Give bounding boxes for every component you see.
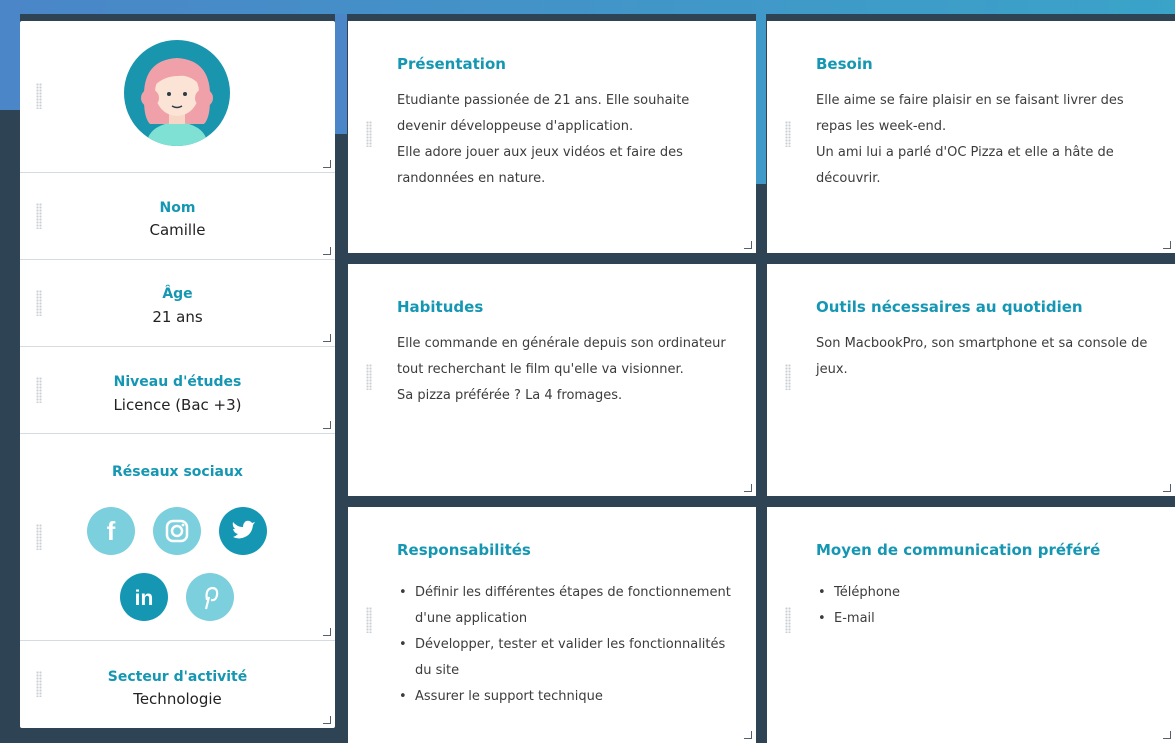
list-item: Téléphone (818, 580, 1156, 606)
persona-profile-column: Nom Camille Âge 21 ans Niveau d'études L… (20, 21, 335, 728)
responsabilites-title: Responsabilités (397, 541, 531, 559)
age-section[interactable]: Âge 21 ans (20, 260, 335, 347)
resize-handle[interactable] (744, 241, 752, 249)
name-label: Nom (159, 200, 196, 216)
facebook-icon[interactable]: f (87, 507, 135, 555)
avatar-section[interactable] (20, 21, 335, 173)
besoin-line-1: Elle aime se faire plaisir en se faisant… (816, 93, 1124, 134)
responsabilites-card[interactable]: Responsabilités Définir les différentes … (348, 507, 756, 743)
linkedin-icon[interactable]: in (120, 573, 168, 621)
communication-title: Moyen de communication préféré (816, 541, 1101, 559)
outils-line-1: Son MacbookPro, son smartphone et sa con… (816, 336, 1148, 377)
resize-handle[interactable] (1163, 484, 1171, 492)
svg-text:in: in (135, 587, 154, 610)
communication-card[interactable]: Moyen de communication préféré Téléphone… (767, 507, 1175, 743)
education-value: Licence (Bac +3) (113, 396, 242, 414)
habitudes-card[interactable]: Habitudes Elle commande en générale depu… (348, 264, 756, 496)
drag-handle[interactable] (366, 121, 372, 147)
sector-label: Secteur d'activité (107, 669, 248, 685)
drag-handle[interactable] (366, 364, 372, 390)
outils-title: Outils nécessaires au quotidien (816, 298, 1083, 316)
habitudes-title: Habitudes (397, 298, 484, 316)
drag-handle[interactable] (785, 607, 791, 633)
education-label: Niveau d'études (113, 374, 242, 390)
svg-text:f: f (107, 516, 116, 546)
drag-handle[interactable] (36, 83, 42, 109)
resize-handle[interactable] (744, 484, 752, 492)
name-value: Camille (149, 221, 206, 239)
presentation-line-2: Elle adore jouer aux jeux vidéos et fair… (397, 145, 683, 186)
banner-strip-right (756, 14, 766, 184)
presentation-text: Etudiante passionée de 21 ans. Elle souh… (397, 88, 737, 192)
social-networks-label: Réseaux sociaux (112, 464, 243, 480)
outils-card[interactable]: Outils nécessaires au quotidien Son Macb… (767, 264, 1175, 496)
habitudes-text: Elle commande en générale depuis son ord… (397, 331, 737, 409)
resize-handle[interactable] (1163, 241, 1171, 249)
header-banner (0, 0, 1175, 14)
drag-handle[interactable] (36, 524, 42, 550)
instagram-icon[interactable] (153, 507, 201, 555)
banner-strip-left (0, 14, 20, 110)
name-section[interactable]: Nom Camille (20, 173, 335, 260)
avatar (124, 40, 230, 146)
besoin-text: Elle aime se faire plaisir en se faisant… (816, 88, 1156, 192)
drag-handle[interactable] (366, 607, 372, 633)
list-item: Développer, tester et valider les foncti… (399, 632, 737, 684)
age-label: Âge (162, 286, 193, 302)
resize-handle[interactable] (323, 421, 331, 429)
persona-illustration-icon (141, 58, 213, 146)
list-item: Assurer le support technique (399, 684, 737, 710)
resize-handle[interactable] (323, 716, 331, 724)
presentation-title: Présentation (397, 55, 506, 73)
list-item: E-mail (818, 606, 1156, 632)
resize-handle[interactable] (323, 160, 331, 168)
presentation-line-1: Etudiante passionée de 21 ans. Elle souh… (397, 93, 690, 134)
social-networks-section[interactable]: Réseaux sociaux f in (20, 434, 335, 641)
banner-strip-middle (335, 14, 347, 134)
resize-handle[interactable] (744, 731, 752, 739)
resize-handle[interactable] (1163, 731, 1171, 739)
habitudes-line-1: Elle commande en générale depuis son ord… (397, 336, 726, 377)
age-value: 21 ans (152, 308, 203, 326)
pinterest-icon[interactable] (186, 573, 234, 621)
resize-handle[interactable] (323, 247, 331, 255)
habitudes-line-2: Sa pizza préférée ? La 4 fromages. (397, 388, 623, 403)
besoin-card[interactable]: Besoin Elle aime se faire plaisir en se … (767, 21, 1175, 253)
presentation-card[interactable]: Présentation Etudiante passionée de 21 a… (348, 21, 756, 253)
resize-handle[interactable] (323, 334, 331, 342)
twitter-icon[interactable] (219, 507, 267, 555)
resize-handle[interactable] (323, 628, 331, 636)
besoin-title: Besoin (816, 55, 873, 73)
drag-handle[interactable] (785, 121, 791, 147)
responsabilites-list: Définir les différentes étapes de foncti… (397, 580, 737, 710)
sector-section[interactable]: Secteur d'activité Technologie (20, 641, 335, 728)
besoin-line-2: Un ami lui a parlé d'OC Pizza et elle a … (816, 145, 1114, 186)
education-section[interactable]: Niveau d'études Licence (Bac +3) (20, 347, 335, 434)
list-item: Définir les différentes étapes de foncti… (399, 580, 737, 632)
communication-list: Téléphone E-mail (816, 580, 1156, 632)
outils-text: Son MacbookPro, son smartphone et sa con… (816, 331, 1156, 383)
sector-value: Technologie (133, 690, 222, 708)
drag-handle[interactable] (785, 364, 791, 390)
